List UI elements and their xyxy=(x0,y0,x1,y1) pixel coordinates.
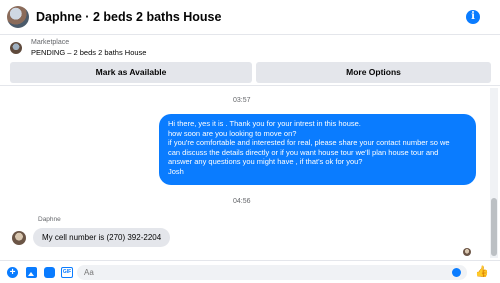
message-line: answer any questions you might have , if… xyxy=(168,157,363,167)
message-line: Hi there, yes it is . Thank you for your… xyxy=(168,119,361,128)
conversation-title[interactable]: Daphne · 2 beds 2 baths House xyxy=(36,10,221,24)
message-text-field[interactable] xyxy=(84,268,444,277)
listing-status: PENDING – 2 beds 2 baths House xyxy=(31,48,147,57)
message-input[interactable] xyxy=(77,265,467,280)
sender-avatar[interactable] xyxy=(12,231,26,245)
message-line: how soon are you looking to move on? xyxy=(168,128,297,138)
photo-icon[interactable] xyxy=(26,267,37,278)
plus-icon[interactable]: + xyxy=(7,267,18,278)
message-line: can discuss the details directly or if y… xyxy=(168,147,439,157)
gif-icon[interactable]: GIF xyxy=(61,267,73,278)
mark-as-available-button[interactable]: Mark as Available xyxy=(10,62,252,83)
message-thread[interactable]: 03:57 Hi there, yes it is . Thank you fo… xyxy=(0,87,488,259)
timestamp: 03:57 xyxy=(233,97,251,104)
marketplace-listing-bar: Marketplace PENDING – 2 beds 2 baths Hou… xyxy=(0,36,500,86)
scrollbar-thumb[interactable] xyxy=(491,198,497,256)
like-icon[interactable]: 👍 xyxy=(475,266,489,278)
contact-avatar[interactable] xyxy=(7,6,29,28)
sender-name: Daphne xyxy=(38,216,61,223)
timestamp: 04:56 xyxy=(233,198,251,205)
message-composer: + GIF 👍 xyxy=(0,260,500,283)
incoming-message[interactable]: My cell number is (270) 392-2204 xyxy=(33,228,171,247)
conversation-header: Daphne · 2 beds 2 baths House i xyxy=(0,0,500,35)
seen-receipt-avatar xyxy=(463,248,471,256)
sticker-icon[interactable] xyxy=(44,267,55,278)
listing-thumbnail xyxy=(10,42,22,54)
outgoing-message[interactable]: Hi there, yes it is . Thank you for your… xyxy=(159,114,476,185)
marketplace-label: Marketplace xyxy=(31,39,70,46)
emoji-icon[interactable] xyxy=(452,268,461,277)
message-line: Josh xyxy=(168,166,184,176)
thread-scrollbar[interactable] xyxy=(490,88,498,258)
message-line: if you're comfortable and interested for… xyxy=(168,138,450,148)
more-options-button[interactable]: More Options xyxy=(256,62,491,83)
info-icon[interactable]: i xyxy=(466,10,480,24)
